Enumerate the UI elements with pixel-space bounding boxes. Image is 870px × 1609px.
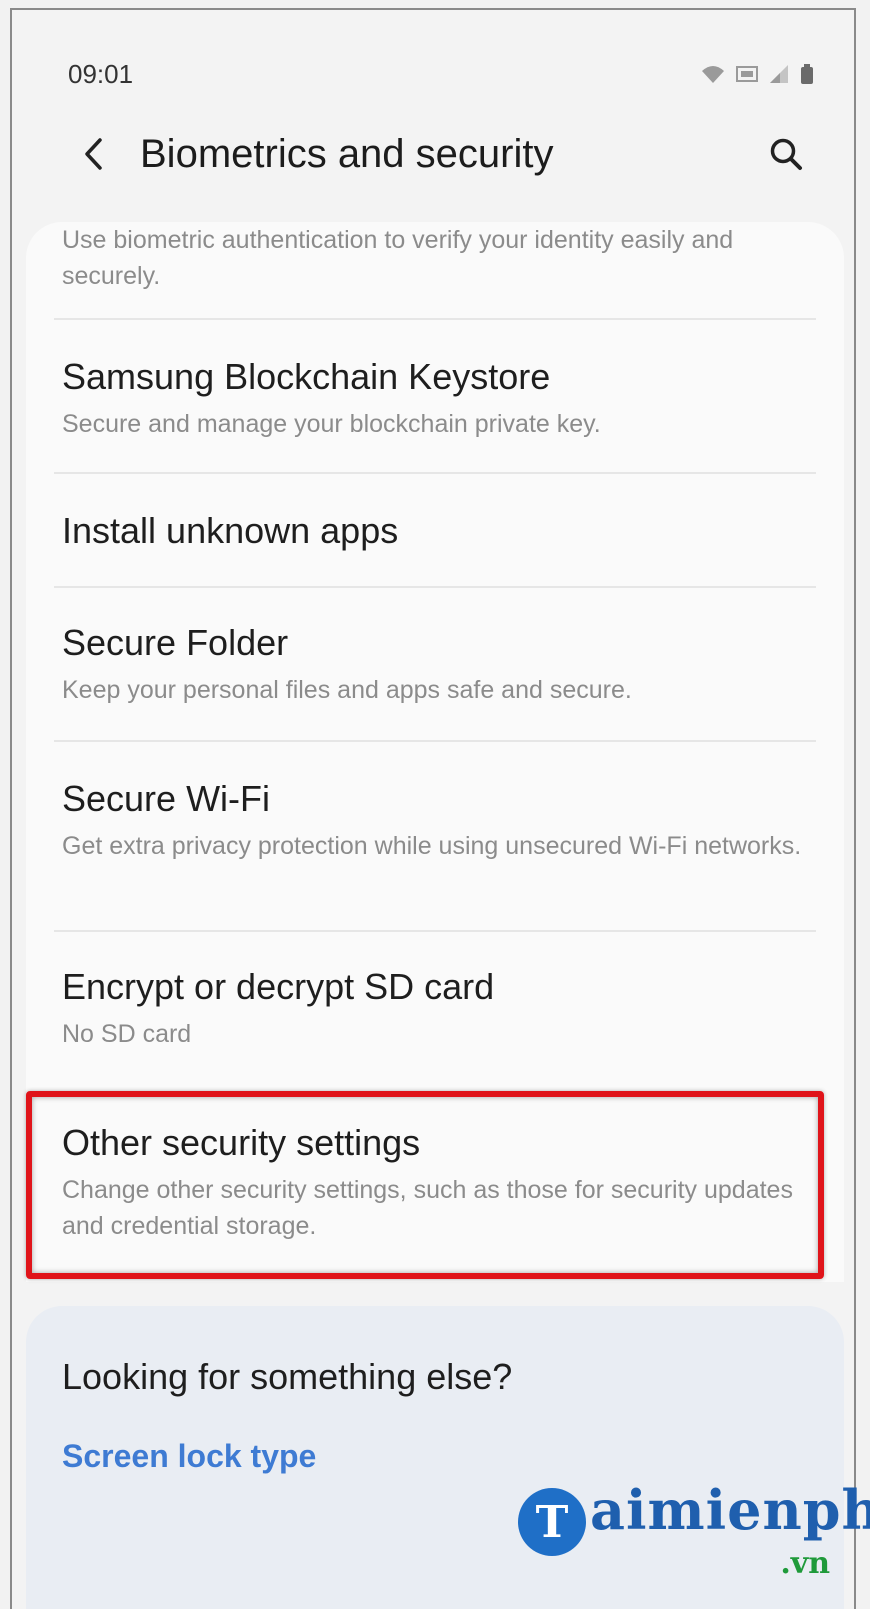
watermark-emblem: T: [518, 1488, 586, 1556]
item-subtitle: No SD card: [62, 1020, 192, 1048]
status-time: 09:01: [68, 58, 134, 89]
divider: [54, 740, 816, 742]
item-title: Secure Folder: [62, 622, 289, 663]
item-subtitle: Use biometric authentication to verify y…: [62, 226, 734, 290]
suggestions-title: Looking for something else?: [62, 1356, 513, 1397]
watermark-initial: T: [535, 1496, 569, 1548]
signal-icon: [770, 65, 788, 83]
status-bar: 09:01: [68, 54, 814, 94]
highlight-box: [26, 1091, 824, 1279]
search-icon: [770, 138, 802, 170]
list-item-secure-wifi[interactable]: Secure Wi-Fi Get extra privacy protectio…: [62, 778, 804, 864]
wifi-icon: [702, 66, 724, 83]
item-subtitle: Get extra privacy protection while using…: [62, 832, 802, 860]
list-item-encrypt-sd-card[interactable]: Encrypt or decrypt SD card No SD card: [62, 966, 804, 1052]
watermark-text: aimienphi: [590, 1478, 870, 1542]
item-title: Encrypt or decrypt SD card: [62, 966, 495, 1007]
status-icons: [700, 63, 814, 85]
battery-icon: [801, 64, 813, 84]
watermark-logo: T aimienphi .vn: [518, 1478, 870, 1609]
back-button[interactable]: [74, 134, 114, 174]
list-item-blockchain-keystore[interactable]: Samsung Blockchain Keystore Secure and m…: [62, 356, 804, 442]
divider: [54, 930, 816, 932]
screen-lock-type-link[interactable]: Screen lock type: [62, 1438, 316, 1475]
list-item-biometrics-partial[interactable]: Use biometric authentication to verify y…: [62, 222, 804, 294]
divider: [54, 586, 816, 588]
list-item-install-unknown-apps[interactable]: Install unknown apps: [62, 510, 804, 552]
divider: [54, 318, 816, 320]
page-title: Biometrics and security: [140, 131, 554, 176]
item-subtitle: Secure and manage your blockchain privat…: [62, 410, 601, 438]
item-title: Install unknown apps: [62, 510, 399, 551]
list-item-secure-folder[interactable]: Secure Folder Keep your personal files a…: [62, 622, 804, 708]
item-title: Samsung Blockchain Keystore: [62, 356, 551, 397]
volte-icon: [736, 66, 758, 82]
chevron-left-icon: [85, 138, 102, 170]
search-button[interactable]: [764, 132, 808, 176]
divider: [54, 472, 816, 474]
item-title: Secure Wi-Fi: [62, 778, 271, 819]
app-header: Biometrics and security: [74, 122, 808, 186]
item-subtitle: Keep your personal files and apps safe a…: [62, 676, 632, 704]
watermark-suffix: .vn: [780, 1546, 830, 1581]
